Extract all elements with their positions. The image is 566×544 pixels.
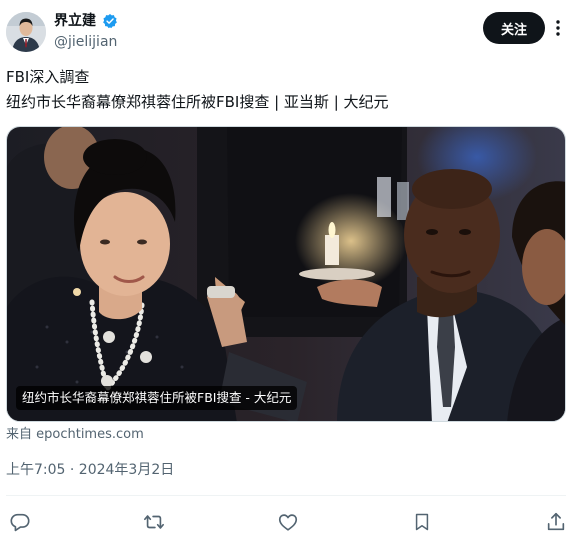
media-caption[interactable]: 纽约市长华裔幕僚郑祺蓉住所被FBI搜查 - 大纪元 — [16, 386, 298, 410]
tweet-actions — [0, 505, 566, 539]
retweet-icon[interactable] — [141, 509, 167, 535]
follow-button[interactable]: 关注 — [483, 12, 545, 44]
avatar[interactable] — [6, 12, 46, 52]
reply-icon[interactable] — [7, 509, 33, 535]
verified-badge-icon — [102, 13, 118, 29]
tweet-text-line-2: 纽约市长华裔幕僚郑祺蓉住所被FBI搜查 | 亚当斯 | 大纪元 — [6, 93, 389, 111]
link-source[interactable]: 来自 epochtimes.com — [6, 427, 144, 443]
more-options-icon[interactable] — [552, 18, 564, 38]
media-image[interactable] — [6, 126, 566, 422]
author-name[interactable]: 界立建 — [54, 12, 96, 30]
bookmark-icon[interactable] — [409, 509, 435, 535]
like-icon[interactable] — [275, 509, 301, 535]
tweet-text-line-1: FBI深入調查 — [6, 68, 90, 86]
author-handle[interactable]: @jielijian — [54, 33, 117, 51]
divider — [6, 495, 566, 496]
timestamp[interactable]: 上午7:05 · 2024年3月2日 — [6, 461, 174, 479]
tweet-header: 界立建 @jielijian 关注 — [0, 0, 566, 62]
share-icon[interactable] — [543, 509, 566, 535]
